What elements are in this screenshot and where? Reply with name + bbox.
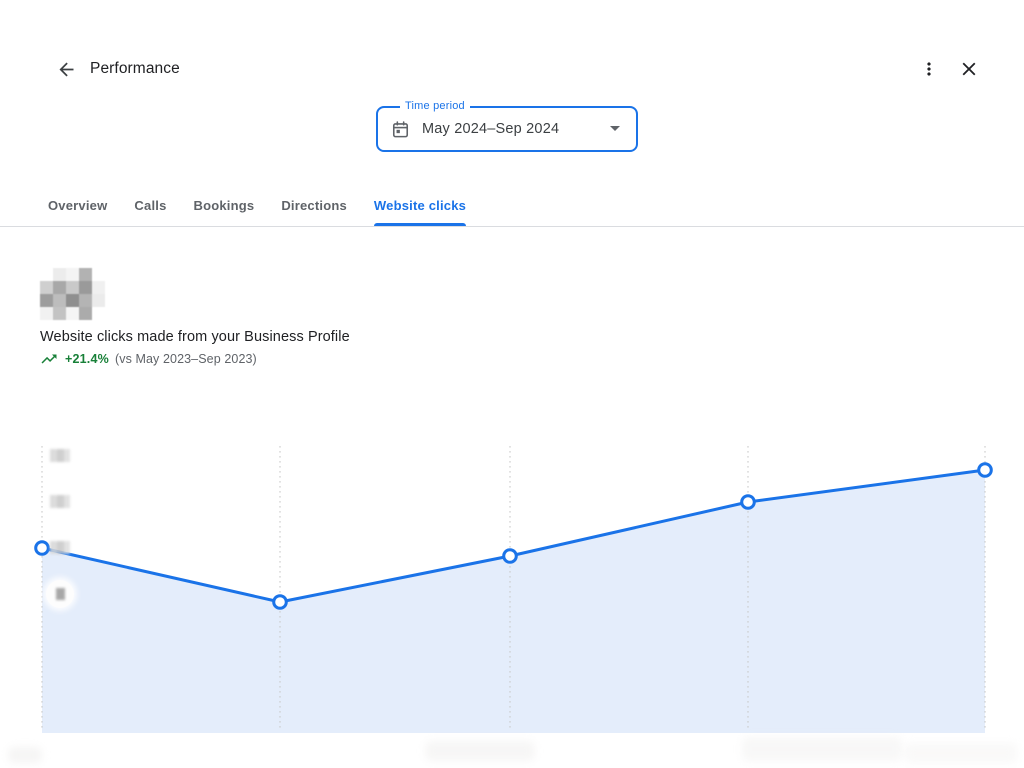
chart-point[interactable] [979, 464, 992, 477]
redacted-y-axis-tick [50, 495, 70, 508]
chart-point[interactable] [36, 542, 49, 555]
chart-canvas[interactable] [0, 0, 1024, 768]
redacted-x-axis-label [8, 747, 42, 763]
chart-point[interactable] [742, 496, 755, 509]
redacted-x-axis-label [425, 741, 535, 761]
redacted-y-axis-tick [50, 541, 70, 554]
redacted-x-axis-label [742, 737, 902, 761]
redacted-y-axis-tick [50, 449, 70, 462]
chart-point[interactable] [504, 550, 517, 563]
chart-area-fill [42, 470, 985, 733]
redacted-x-axis-label [905, 743, 1017, 763]
redacted-chart-label-bubble [46, 580, 74, 608]
chart-point[interactable] [274, 596, 287, 609]
